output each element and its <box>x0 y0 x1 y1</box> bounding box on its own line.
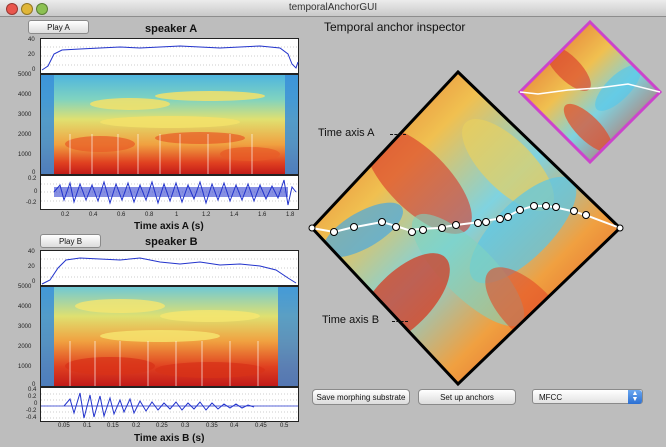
pitch-a-tick: 0 <box>32 67 36 73</box>
time-a-tick: 0.2 <box>61 212 70 218</box>
time-a-tick: 1.8 <box>286 212 295 218</box>
wave-b-tick: 0.4 <box>28 387 37 393</box>
speaker-a-xaxis-label: Time axis A (s) <box>134 221 204 232</box>
wave-b-tick: 0 <box>34 401 38 407</box>
window-title: temporalAnchorGUI <box>288 2 378 13</box>
speaker-b-spectrogram <box>40 286 299 387</box>
axis-a-label: Time axis A <box>318 127 375 139</box>
speaker-a-spectrogram <box>40 74 299 175</box>
wave-b-tick: -0.2 <box>26 408 37 414</box>
spec-a-tick: 4000 <box>18 92 32 98</box>
speaker-a-pitch-plot <box>40 38 299 74</box>
select-arrows-icon: ▲ ▼ <box>628 390 642 404</box>
spec-a-tick: 3000 <box>18 112 32 118</box>
time-b-tick: 0.2 <box>132 423 141 429</box>
axis-b-leader <box>392 321 408 322</box>
time-a-tick: 1.6 <box>258 212 267 218</box>
play-a-button[interactable]: Play A <box>28 20 89 34</box>
pitch-b-tick: 40 <box>28 249 35 255</box>
time-a-tick: 1 <box>175 212 179 218</box>
spec-b-tick: 5000 <box>18 284 32 290</box>
spec-b-tick: 2000 <box>18 344 32 350</box>
time-b-tick: 0.1 <box>83 423 92 429</box>
time-b-tick: 0.05 <box>58 423 70 429</box>
wave-b-tick: -0.4 <box>26 415 37 421</box>
spec-b-tick: 4000 <box>18 304 32 310</box>
time-b-tick: 0.15 <box>107 423 119 429</box>
speaker-a-title: speaker A <box>145 23 198 35</box>
time-a-tick: 0.4 <box>89 212 98 218</box>
spec-a-tick: 2000 <box>18 132 32 138</box>
pitch-b-tick: 0 <box>32 279 36 285</box>
time-a-tick: 1.2 <box>202 212 211 218</box>
wave-b-tick: 0.2 <box>28 394 37 400</box>
speaker-a-waveform <box>40 175 299 210</box>
time-b-tick: 0.25 <box>156 423 168 429</box>
time-b-tick: 0.5 <box>280 423 289 429</box>
speaker-b-xaxis-label: Time axis B (s) <box>134 433 205 444</box>
save-morphing-substrate-button[interactable]: Save morphing substrate <box>312 389 410 405</box>
axis-b-label: Time axis B <box>322 314 380 326</box>
time-b-tick: 0.3 <box>181 423 190 429</box>
set-up-anchors-button[interactable]: Set up anchors <box>418 389 516 405</box>
pitch-b-tick: 20 <box>28 264 35 270</box>
spec-a-tick: 1000 <box>18 152 32 158</box>
time-b-tick: 0.45 <box>255 423 267 429</box>
title-bar: temporalAnchorGUI <box>0 0 666 17</box>
spec-a-tick: 5000 <box>18 72 32 78</box>
wave-a-tick: 0 <box>34 189 38 195</box>
axis-a-leader <box>390 134 406 135</box>
inspector-title: Temporal anchor inspector <box>324 20 466 34</box>
time-b-tick: 0.35 <box>206 423 218 429</box>
spec-b-tick: 3000 <box>18 324 32 330</box>
time-a-tick: 1.4 <box>230 212 239 218</box>
play-b-button[interactable]: Play B <box>40 234 101 248</box>
speaker-b-waveform <box>40 387 299 422</box>
speaker-b-pitch-plot <box>40 250 299 286</box>
wave-a-tick: -0.2 <box>26 200 37 206</box>
spec-b-tick: 1000 <box>18 364 32 370</box>
time-a-tick: 0.6 <box>117 212 126 218</box>
time-a-tick: 0.8 <box>145 212 154 218</box>
pitch-a-tick: 40 <box>28 37 35 43</box>
time-b-tick: 0.4 <box>230 423 239 429</box>
speaker-b-title: speaker B <box>145 236 198 248</box>
feature-select-value: MFCC <box>539 393 563 402</box>
wave-a-tick: 0.2 <box>28 176 37 182</box>
feature-select[interactable]: MFCC ▲ ▼ <box>532 389 643 404</box>
overview-matrix[interactable] <box>518 18 664 164</box>
pitch-a-tick: 20 <box>28 52 35 58</box>
